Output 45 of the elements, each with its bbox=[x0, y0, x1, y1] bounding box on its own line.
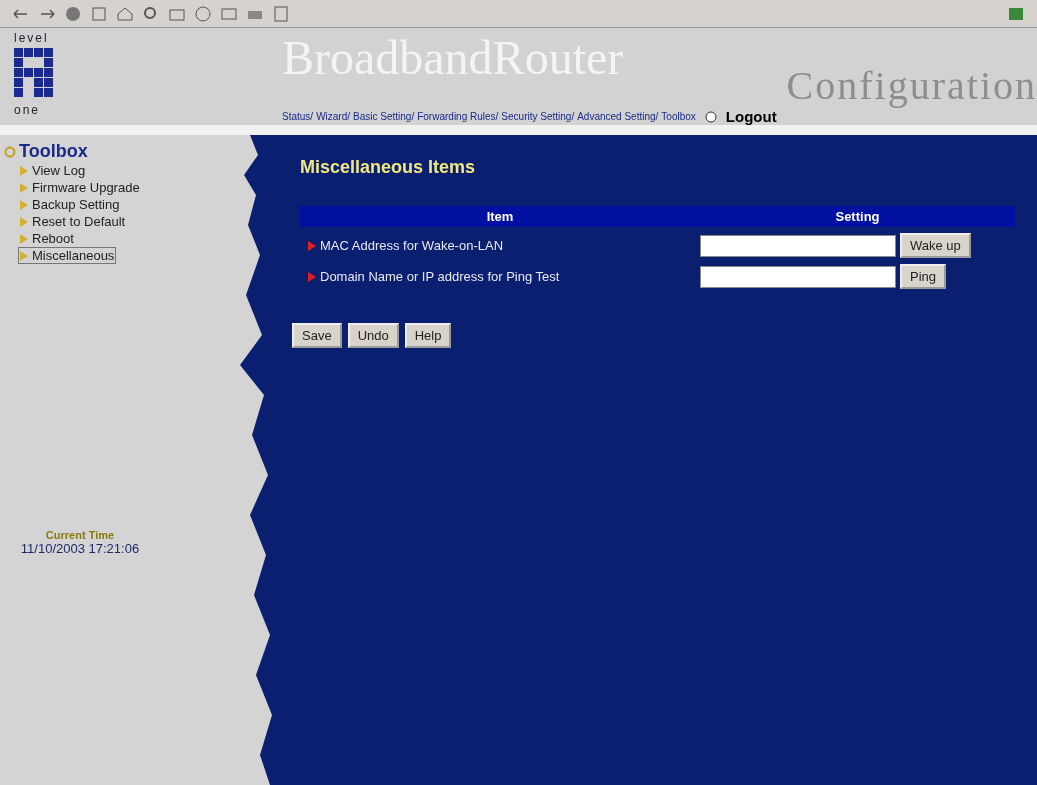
action-button[interactable]: Wake up bbox=[900, 233, 971, 258]
nav-link[interactable]: Security Setting/ bbox=[501, 111, 575, 122]
triangle-icon bbox=[308, 240, 316, 251]
triangle-icon bbox=[20, 250, 28, 261]
sidebar-link[interactable]: Reboot bbox=[18, 230, 76, 247]
sidebar-link[interactable]: Miscellaneous bbox=[18, 247, 117, 264]
nav-link[interactable]: Advanced Setting/ bbox=[577, 111, 659, 122]
input-field[interactable] bbox=[700, 265, 896, 288]
logout-link[interactable]: Logout bbox=[725, 108, 777, 125]
globe-icon[interactable] bbox=[194, 4, 212, 23]
column-header: Item bbox=[300, 206, 700, 227]
triangle-icon bbox=[20, 233, 28, 244]
triangle-icon bbox=[20, 182, 28, 193]
logo-text: one bbox=[14, 104, 41, 116]
stop-icon[interactable] bbox=[64, 4, 82, 23]
sidebar-link[interactable]: View Log bbox=[18, 162, 88, 179]
form-button[interactable]: Save bbox=[292, 323, 342, 348]
time-label: Current Time bbox=[45, 529, 115, 541]
input-field[interactable] bbox=[700, 234, 896, 257]
sidebar-link[interactable]: Backup Setting bbox=[18, 196, 122, 213]
ring-icon bbox=[4, 145, 16, 158]
action-button[interactable]: Ping bbox=[900, 264, 947, 289]
triangle-icon bbox=[20, 216, 28, 227]
sidebar-title: Toolbox bbox=[4, 141, 240, 162]
sidebar-link[interactable]: Firmware Upgrade bbox=[18, 179, 142, 196]
banner-subtitle: Configuration bbox=[786, 66, 1037, 106]
column-header: Setting bbox=[700, 206, 1015, 227]
nav-link[interactable]: Status/ bbox=[282, 111, 314, 122]
form-button[interactable]: Undo bbox=[347, 323, 399, 348]
time-value: 11/10/2003 17:21:06 bbox=[20, 541, 140, 556]
nav-link[interactable]: Forwarding Rules/ bbox=[417, 111, 499, 122]
triangle-icon bbox=[308, 271, 316, 282]
triangle-icon bbox=[20, 199, 28, 210]
row-label: MAC Address for Wake-on-LAN bbox=[320, 238, 504, 253]
nav-link[interactable]: Toolbox bbox=[661, 111, 696, 122]
radio-icon[interactable] bbox=[704, 110, 717, 123]
logo-text: level bbox=[14, 32, 49, 44]
row-label: Domain Name or IP address for Ping Test bbox=[320, 269, 560, 284]
page-heading: Miscellaneous Items bbox=[300, 157, 477, 178]
sidebar-link[interactable]: Reset to Default bbox=[18, 213, 128, 230]
nav-link[interactable]: Wizard/ bbox=[316, 111, 351, 122]
logo-icon bbox=[14, 48, 54, 100]
nav-link[interactable]: Basic Setting/ bbox=[353, 111, 415, 122]
form-button[interactable]: Help bbox=[404, 323, 452, 348]
triangle-icon bbox=[20, 165, 28, 176]
